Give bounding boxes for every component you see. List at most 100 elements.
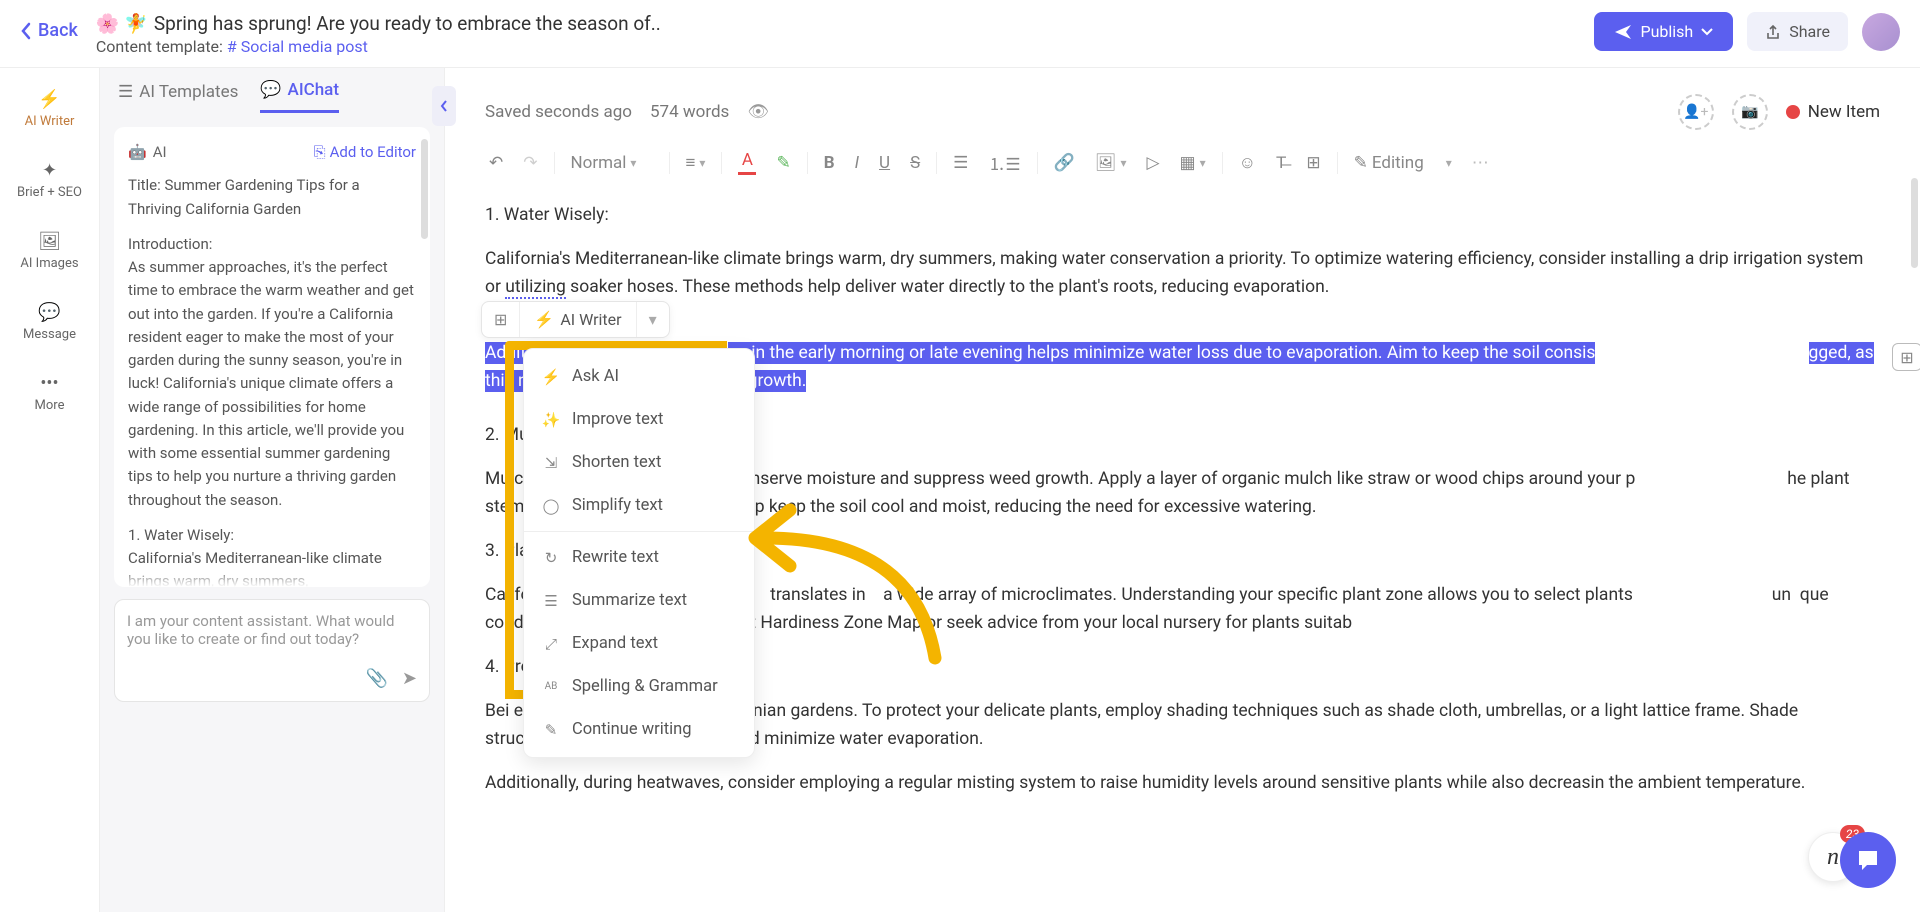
mode-label: Editing	[1372, 153, 1424, 173]
rail-ai-writer[interactable]: ⚡ AI Writer	[21, 82, 79, 135]
rail-label: Message	[23, 327, 76, 342]
mode-select[interactable]: ✎ Editing ▾	[1350, 151, 1456, 175]
lightning-icon: ⚡	[534, 310, 554, 329]
ai-writer-menu: ⚡Ask AI ✨Improve text ⇲Shorten text ◯Sim…	[523, 348, 755, 758]
add-media-button[interactable]: 📷	[1732, 94, 1768, 130]
add-comment-icon[interactable]: ⊞	[482, 302, 520, 337]
rail-brief-seo[interactable]: ✦ Brief + SEO	[13, 153, 86, 206]
panel-collapse-button[interactable]	[432, 86, 456, 126]
menu-shorten-text[interactable]: ⇲Shorten text	[524, 441, 754, 484]
menu-expand-text[interactable]: ⤢Expand text	[524, 622, 754, 665]
more-toolbar-button[interactable]: ⋯	[1468, 151, 1493, 175]
template-label: Content template:	[96, 37, 223, 56]
ai-label-text: AI	[153, 141, 167, 164]
clear-format-button[interactable]: T̶	[1272, 151, 1290, 175]
add-to-editor-button[interactable]: ⎘ Add to Editor	[314, 141, 416, 164]
attach-icon[interactable]: 📎	[365, 668, 387, 689]
bullet-list-button[interactable]: ☰	[949, 151, 972, 175]
align-button[interactable]: ≡ ▾	[682, 151, 710, 175]
emoji-button[interactable]: ☺	[1235, 151, 1260, 175]
table-button[interactable]: ▦ ▾	[1176, 151, 1210, 175]
app-header: Back 🌸 🧚 Spring has sprung! Are you read…	[0, 0, 1920, 68]
tab-label: AI Templates	[139, 82, 238, 102]
saved-status: Saved seconds ago	[485, 102, 632, 122]
video-button[interactable]: ▷	[1142, 151, 1163, 175]
rail-ai-images[interactable]: 🖼 AI Images	[16, 224, 82, 277]
chevron-down-icon: ▾	[1446, 156, 1452, 170]
add-icon: ⎘	[314, 141, 326, 164]
abc-icon: AB	[542, 678, 560, 696]
menu-spelling-grammar[interactable]: ABSpelling & Grammar	[524, 665, 754, 708]
share-icon	[1765, 24, 1781, 40]
pencil-icon: ✎	[542, 721, 560, 739]
chevron-down-icon[interactable]: ▾	[636, 302, 669, 337]
image-button[interactable]: 🖼 ▾	[1091, 151, 1131, 175]
menu-ask-ai[interactable]: ⚡Ask AI	[524, 355, 754, 398]
circle-icon: ◯	[542, 497, 560, 515]
scrollbar[interactable]	[421, 139, 428, 239]
tab-ai-chat[interactable]: 💬 AIChat	[260, 80, 339, 113]
back-label: Back	[38, 20, 78, 41]
menu-summarize-text[interactable]: ☰Summarize text	[524, 579, 754, 622]
panel-tabs: ☰ AI Templates 💬 AIChat	[100, 68, 444, 113]
link-button[interactable]: 🔗	[1050, 151, 1079, 175]
target-icon: ✦	[39, 159, 61, 181]
ai-title-line: Title: Summer Gardening Tips for a Thriv…	[128, 174, 416, 221]
sparkle-icon: ✨	[542, 411, 560, 429]
document-title[interactable]: 🌸 🧚 Spring has sprung! Are you ready to …	[96, 12, 1595, 35]
strike-button[interactable]: S	[906, 151, 924, 175]
template-line: Content template: # Social media post	[96, 37, 1595, 56]
send-icon[interactable]: ➤	[402, 668, 417, 689]
highlight-button[interactable]: ✎	[772, 151, 794, 175]
publish-button[interactable]: Publish	[1594, 12, 1733, 51]
text-color-button[interactable]: A	[734, 148, 760, 177]
ai-response-card: 🤖 AI ⎘ Add to Editor Title: Summer Garde…	[114, 127, 430, 587]
add-comment-button[interactable]: ⊞	[1892, 343, 1920, 371]
back-button[interactable]: Back	[20, 20, 78, 41]
publish-label: Publish	[1640, 22, 1693, 41]
title-emoji: 🌸 🧚	[96, 12, 148, 35]
chat-icon: 💬	[260, 80, 281, 100]
italic-button[interactable]: I	[851, 151, 863, 175]
new-item-status[interactable]: New Item	[1786, 102, 1880, 122]
templates-icon: ☰	[118, 82, 133, 102]
main-layout: ⚡ AI Writer ✦ Brief + SEO 🖼 AI Images 💬 …	[0, 68, 1920, 912]
underline-button[interactable]: U	[875, 151, 894, 175]
editor-scrollbar[interactable]	[1911, 178, 1918, 268]
rail-message[interactable]: 💬 Message	[19, 295, 80, 348]
numbered-list-button[interactable]: ⒈☰	[984, 148, 1024, 177]
add-user-button[interactable]: 👤+	[1678, 94, 1714, 130]
tab-ai-templates[interactable]: ☰ AI Templates	[118, 80, 238, 113]
status-row: Saved seconds ago 574 words 👁 👤+ 📷 New I…	[485, 68, 1880, 138]
style-select[interactable]: Normal ▾	[567, 151, 657, 175]
chevron-down-icon	[1701, 28, 1713, 36]
redo-button[interactable]: ↷	[519, 151, 541, 175]
assistant-placeholder: I am your content assistant. What would …	[127, 612, 417, 662]
assistant-input[interactable]: I am your content assistant. What would …	[114, 599, 430, 702]
undo-button[interactable]: ↶	[485, 151, 507, 175]
chat-fab[interactable]	[1840, 832, 1896, 888]
share-button[interactable]: Share	[1747, 12, 1848, 51]
expand-icon: ⤢	[542, 635, 560, 653]
menu-rewrite-text[interactable]: ↻Rewrite text	[524, 536, 754, 579]
menu-continue-writing[interactable]: ✎Continue writing	[524, 708, 754, 751]
style-label: Normal	[571, 153, 627, 173]
user-avatar[interactable]	[1862, 13, 1900, 51]
ai-writer-popup: ⊞ ⚡ AI Writer ▾	[481, 301, 670, 338]
rail-more[interactable]: ••• More	[31, 366, 69, 419]
ai-writer-button[interactable]: ⚡ AI Writer	[520, 302, 635, 337]
title-block: 🌸 🧚 Spring has sprung! Are you ready to …	[96, 12, 1595, 56]
template-link[interactable]: # Social media post	[227, 37, 368, 56]
comment-button[interactable]: ⊞	[1302, 151, 1324, 175]
rail-label: AI Writer	[25, 114, 75, 129]
lightning-icon: ⚡	[542, 368, 560, 386]
left-rail: ⚡ AI Writer ✦ Brief + SEO 🖼 AI Images 💬 …	[0, 68, 100, 912]
menu-simplify-text[interactable]: ◯Simplify text	[524, 484, 754, 527]
rail-label: Brief + SEO	[17, 185, 82, 200]
chat-icon	[1855, 847, 1881, 873]
eye-icon[interactable]: 👁	[747, 102, 769, 122]
ai-label: 🤖 AI	[128, 141, 167, 164]
bold-button[interactable]: B	[820, 151, 839, 175]
sec1-head: 1. Water Wisely:	[128, 526, 234, 544]
menu-improve-text[interactable]: ✨Improve text	[524, 398, 754, 441]
